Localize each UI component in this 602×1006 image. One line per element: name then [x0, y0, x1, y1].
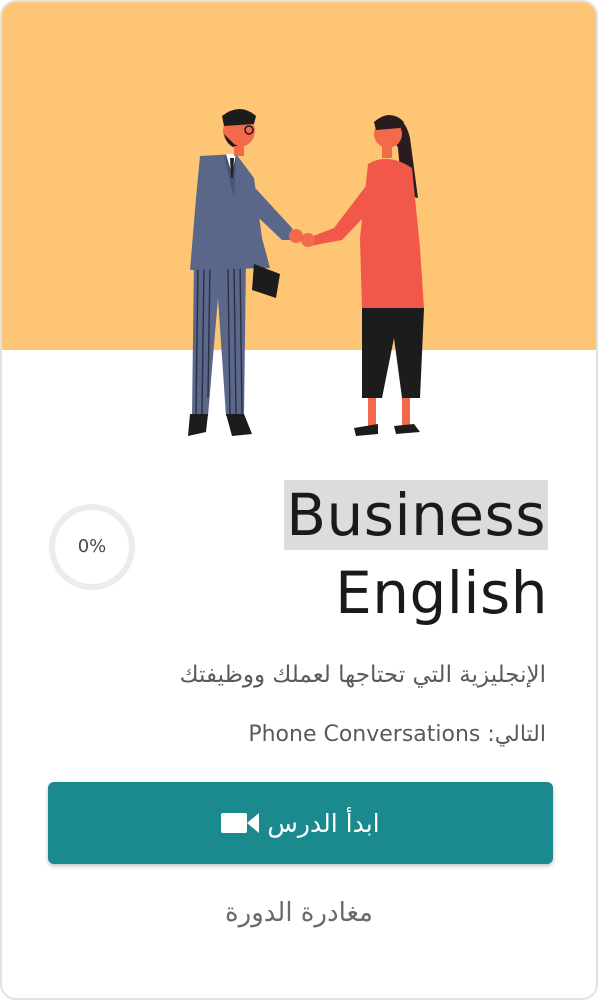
leave-course-link[interactable]: مغادرة الدورة — [2, 898, 596, 928]
course-title: Business English — [188, 476, 548, 632]
course-description: الإنجليزية التي تحتاجها لعملك ووظيفتك — [179, 662, 546, 688]
handshake-illustration — [188, 109, 424, 436]
next-label: التالي: — [487, 722, 546, 747]
businesswoman-figure — [301, 115, 424, 436]
course-title-line1: Business — [284, 480, 548, 550]
course-card: 0% Business English الإنجليزية التي تحتا… — [0, 0, 598, 1000]
progress-ring: 0% — [48, 503, 136, 591]
start-lesson-button[interactable]: ابدأ الدرس — [48, 782, 553, 864]
next-lesson: التالي: Phone Conversations — [66, 722, 546, 747]
video-camera-icon — [221, 813, 260, 833]
progress-percentage: 0% — [77, 536, 107, 557]
start-lesson-label: ابدأ الدرس — [267, 808, 380, 838]
next-lesson-title: Phone Conversations — [248, 722, 481, 747]
course-title-line2: English — [335, 559, 548, 627]
businessman-figure — [188, 109, 303, 436]
